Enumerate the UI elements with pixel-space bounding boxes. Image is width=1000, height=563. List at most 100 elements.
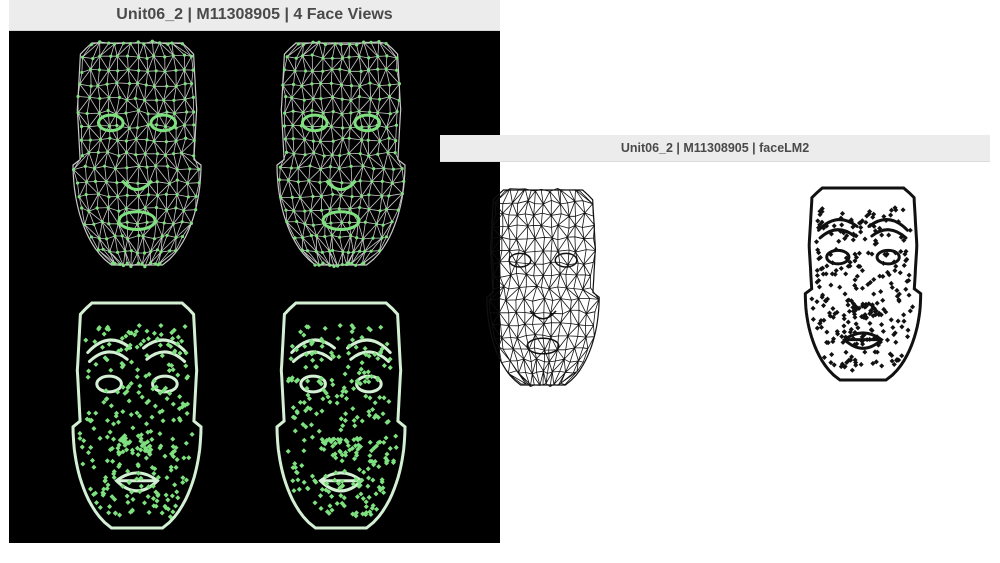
landmark-point: [362, 345, 368, 352]
mesh-vertex: [125, 166, 129, 170]
landmark-point: [884, 337, 891, 343]
mesh-vertex: [144, 83, 148, 87]
mesh-vertex: [310, 53, 314, 57]
landmark-point: [319, 357, 325, 363]
mesh-vertex: [85, 111, 89, 116]
mesh-vertex: [349, 111, 353, 115]
mesh-vertex: [136, 108, 141, 113]
mesh-vertex: [362, 261, 366, 265]
face-view-mesh-2: [276, 40, 406, 269]
landmark-point: [298, 329, 304, 335]
landmark-point: [309, 434, 315, 440]
mesh-vertex: [339, 83, 344, 87]
mesh-vertex: [360, 194, 364, 198]
mesh-vertex: [321, 111, 325, 115]
mesh-vertex: [156, 193, 160, 197]
mesh-vertex: [347, 261, 351, 265]
mesh-vertex: [80, 206, 84, 210]
mesh-vertex: [384, 126, 389, 130]
mesh-vertex: [96, 150, 100, 155]
landmark-point: [841, 316, 847, 322]
window-title-4-face-views[interactable]: Unit06_2 | M11308905 | 4 Face Views: [9, 0, 500, 31]
landmark-point: [136, 322, 142, 329]
mesh-vertex: [84, 180, 89, 184]
landmark-point: [339, 458, 345, 464]
mesh-vertex: [368, 81, 372, 85]
mesh-vertex: [168, 249, 172, 253]
mesh-vertex: [282, 68, 287, 72]
mesh-vertex: [291, 123, 295, 128]
mesh-vertex: [332, 264, 336, 269]
mesh-vertex: [163, 69, 167, 74]
mesh-vertex: [291, 82, 296, 87]
mesh-vertex: [284, 150, 289, 154]
mesh-vertex: [309, 208, 313, 213]
landmark-point: [843, 349, 849, 355]
mesh-vertex: [149, 249, 153, 254]
landmark-point: [130, 496, 136, 502]
mesh-vertex: [96, 84, 100, 88]
mesh-vertex: [155, 98, 159, 102]
window-title-facelm2[interactable]: Unit06_2 | M11308905 | faceLM2: [440, 135, 990, 162]
mesh-vertex: [384, 67, 388, 71]
landmark-point: [360, 495, 366, 502]
mesh-vertex: [148, 261, 153, 265]
landmark-point: [106, 510, 112, 516]
mesh-vertex: [296, 42, 300, 46]
mesh-vertex: [350, 261, 354, 265]
face-view-mesh-1: [71, 39, 202, 269]
mesh-vertex: [183, 82, 187, 86]
landmark-point: [327, 399, 333, 405]
landmark-point: [141, 338, 147, 344]
landmark-point: [393, 433, 399, 439]
mesh-vertex: [303, 69, 308, 73]
mesh-vertex: [285, 220, 289, 224]
landmark-point: [316, 428, 322, 434]
mesh-vertex: [103, 164, 107, 168]
mesh-vertex: [165, 84, 169, 88]
mesh-vertex: [113, 261, 117, 265]
mesh-vertex: [182, 123, 187, 127]
landmark-point: [367, 453, 373, 459]
mesh-vertex: [395, 56, 399, 60]
landmark-point: [370, 477, 376, 483]
mesh-vertex: [376, 111, 380, 115]
mesh-vertex: [115, 250, 120, 254]
landmark-point: [139, 394, 145, 400]
landmark-point: [152, 403, 158, 409]
mesh-vertex: [381, 223, 385, 227]
mesh-vertex: [310, 82, 314, 86]
mesh-vertex: [143, 265, 147, 269]
mesh-vertex: [77, 195, 81, 199]
mesh-vertex: [279, 195, 283, 200]
landmark-point: [901, 262, 907, 269]
mesh-vertex: [154, 205, 159, 210]
mesh-vertex: [393, 151, 397, 155]
landmark-point: [338, 427, 344, 433]
landmark-point: [906, 292, 912, 298]
landmark-point: [814, 325, 820, 331]
mesh-vertex: [357, 95, 361, 99]
landmark-point: [352, 423, 358, 429]
mesh-vertex: [188, 167, 192, 171]
mesh-lines: [279, 41, 405, 267]
mesh-vertex: [296, 180, 300, 184]
mesh-vertex: [172, 98, 176, 102]
mesh-vertex: [134, 137, 138, 141]
landmark-point: [106, 341, 112, 347]
mesh-vertex: [116, 194, 120, 199]
mesh-vertex: [159, 250, 163, 254]
landmark-point: [830, 305, 836, 312]
mesh-vertex: [298, 195, 302, 200]
landmark-point: [145, 336, 152, 342]
mesh-vertex: [107, 222, 111, 226]
landmark-point: [174, 457, 180, 463]
mesh-vertex: [331, 110, 335, 114]
mesh-vertex: [182, 53, 187, 57]
mesh-vertex: [83, 164, 87, 168]
mesh-vertex: [194, 194, 198, 198]
mesh-vertex: [112, 42, 117, 46]
landmark-point: [165, 497, 171, 503]
mesh-vertex: [301, 111, 305, 115]
landmark-point: [373, 491, 379, 497]
